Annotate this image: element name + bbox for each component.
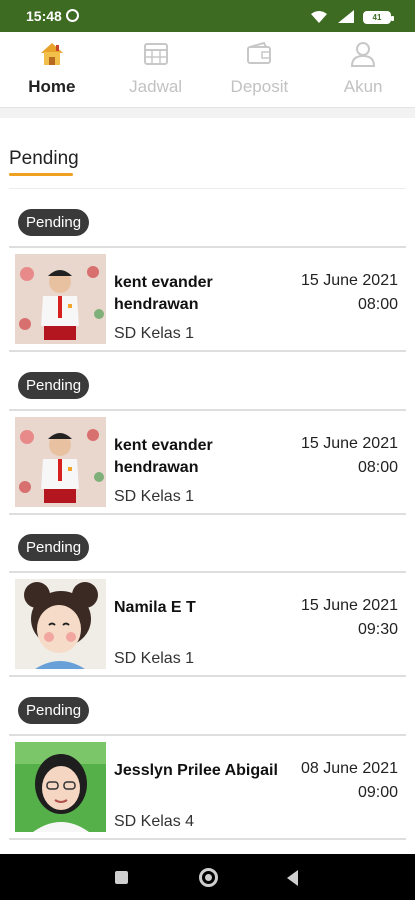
divider	[9, 188, 406, 189]
schedule-date: 08 June 2021	[301, 760, 398, 777]
battery-icon: 41	[363, 11, 394, 24]
schedule-time: 08:00	[357, 296, 398, 313]
student-grade: SD Kelas 1	[114, 325, 195, 342]
tab-bar: Home Jadwal Deposit Akun	[0, 32, 415, 108]
schedule-item[interactable]: Pending kent evander hendrawan SD Kelas …	[0, 198, 415, 361]
student-photo	[15, 417, 106, 507]
section-underline	[9, 173, 73, 176]
student-grade: SD Kelas 1	[114, 488, 195, 505]
student-name: kent evander hendrawan	[114, 437, 213, 476]
calendar-grid-icon	[143, 43, 168, 65]
wifi-icon	[311, 11, 327, 23]
recent-apps-button[interactable]	[115, 871, 128, 884]
divider	[9, 409, 406, 411]
student-grade: SD Kelas 4	[114, 813, 195, 830]
student-name: Jesslyn Prilee Abigail	[114, 762, 278, 779]
back-button[interactable]	[287, 870, 298, 886]
student-photo	[15, 742, 106, 832]
schedule-item[interactable]: Pending kent evander hendrawan SD Kelas …	[0, 361, 415, 524]
status-time: 15:48	[26, 8, 62, 24]
status-badge: Pending	[18, 697, 90, 724]
schedule-time: 08:00	[357, 459, 398, 476]
divider	[9, 734, 406, 736]
section-title: Pending	[9, 148, 79, 169]
divider	[9, 246, 406, 248]
tab-jadwal-label: Jadwal	[129, 77, 183, 96]
tab-home-label: Home	[28, 77, 76, 96]
house-icon	[40, 43, 63, 65]
schedule-date: 15 June 2021	[301, 272, 398, 289]
schedule-date: 15 June 2021	[301, 435, 398, 452]
tab-akun-label: Akun	[343, 77, 383, 96]
alarm-icon	[66, 9, 79, 22]
divider	[9, 513, 406, 515]
wallet-icon	[247, 41, 272, 64]
divider	[9, 675, 406, 677]
status-badge: Pending	[18, 534, 90, 561]
student-photo	[15, 254, 106, 344]
status-badge: Pending	[18, 372, 90, 399]
schedule-time: 09:00	[357, 784, 398, 801]
tab-jadwal[interactable]: Jadwal	[104, 32, 208, 107]
divider	[9, 350, 406, 352]
divider	[9, 838, 406, 840]
student-name: kent evander hendrawan	[114, 274, 213, 313]
tab-akun[interactable]: Akun	[311, 32, 415, 107]
person-icon	[351, 42, 376, 67]
divider	[9, 571, 406, 573]
system-nav-bar	[0, 854, 415, 900]
schedule-date: 15 June 2021	[301, 597, 398, 614]
status-bar: 15:48 41	[0, 0, 415, 32]
tab-home[interactable]: Home	[0, 32, 104, 107]
schedule-item[interactable]: Pending Namila E T SD Kelas 1 15 June 20…	[0, 523, 415, 686]
status-badge: Pending	[18, 209, 90, 236]
battery-level: 41	[365, 13, 389, 22]
student-grade: SD Kelas 1	[114, 650, 195, 667]
schedule-time: 09:30	[357, 621, 398, 638]
home-button[interactable]	[199, 868, 218, 887]
student-name: Namila E T	[114, 599, 196, 616]
schedule-item[interactable]: Pending Jesslyn Prilee Abigail SD Kelas …	[0, 686, 415, 849]
tab-deposit-label: Deposit	[230, 77, 289, 96]
tab-deposit[interactable]: Deposit	[208, 32, 312, 107]
signal-icon	[338, 10, 354, 23]
schedule-list-panel: Pending Pending kent evander hendrawan S…	[0, 118, 415, 854]
student-photo	[15, 579, 106, 669]
